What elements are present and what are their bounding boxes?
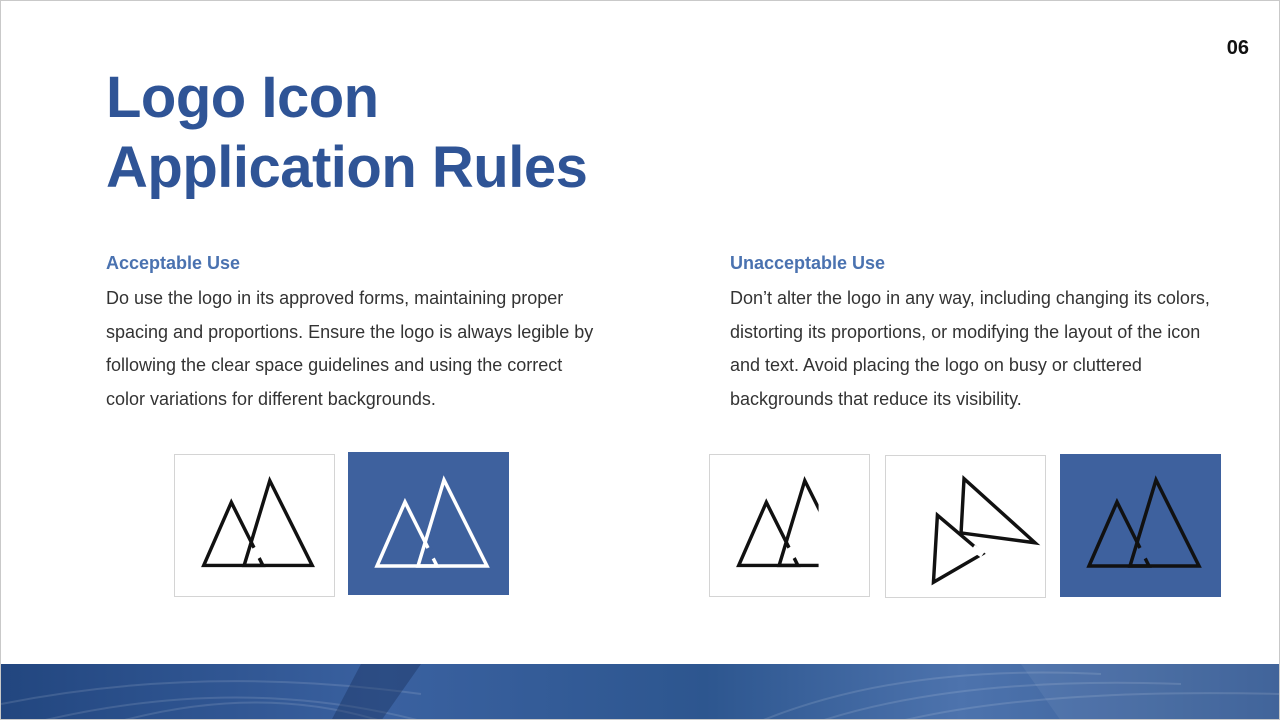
- unacceptable-use-heading: Unacceptable Use: [730, 253, 886, 273]
- mountain-logo-icon: [374, 475, 490, 568]
- page-title: Logo Icon Application Rules: [106, 63, 588, 203]
- mountain-logo-icon: [1086, 475, 1202, 568]
- page-title-line-2: Application Rules: [106, 135, 588, 200]
- acceptable-example-white-on-blue: [348, 452, 509, 595]
- mountain-logo-icon: [736, 475, 819, 568]
- footer-image-band: [1, 664, 1279, 719]
- mountain-logo-icon: [931, 474, 1041, 586]
- acceptable-use-heading: Acceptable Use: [106, 253, 241, 273]
- page-number: 06: [1226, 37, 1249, 59]
- acceptable-use-section: Acceptable Use Do use the logo in its ap…: [106, 253, 606, 416]
- acceptable-use-text: Do use the logo in its approved forms, m…: [106, 288, 594, 409]
- unacceptable-use-section: Unacceptable Use Don’t alter the logo in…: [730, 253, 1230, 416]
- page-title-line-1: Logo Icon: [106, 65, 379, 130]
- mountain-logo-icon: [201, 475, 315, 568]
- architecture-photo-decoration: [1, 664, 1279, 719]
- acceptable-example-black-on-white: [174, 454, 335, 597]
- unacceptable-example-cropped: [709, 454, 870, 597]
- unacceptable-example-low-contrast: [1060, 454, 1221, 597]
- unacceptable-use-text: Don’t alter the logo in any way, includi…: [730, 288, 1210, 409]
- slide: 06 Logo Icon Application Rules Acceptabl…: [0, 0, 1280, 720]
- unacceptable-example-distorted: [885, 455, 1046, 598]
